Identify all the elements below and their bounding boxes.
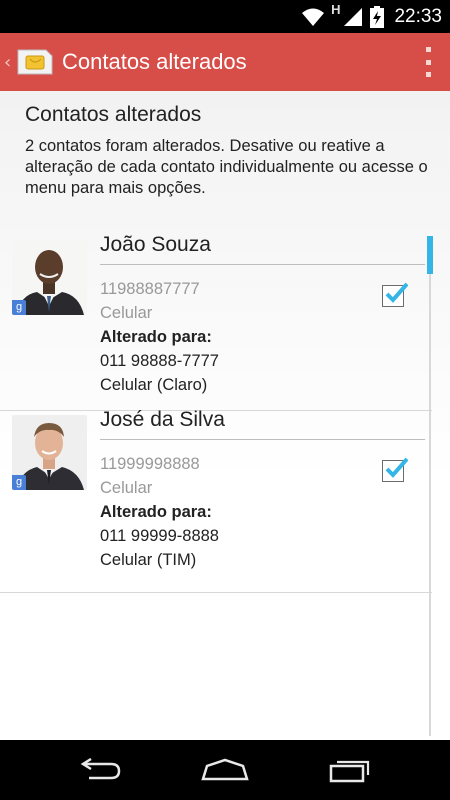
wifi-icon xyxy=(302,8,325,26)
recent-apps-icon[interactable] xyxy=(320,754,380,786)
page-description: 2 contatos foram alterados. Desative ou … xyxy=(25,137,428,197)
avatar: g xyxy=(12,240,87,315)
contacts-list: g João Souza 11988887777 Celular Alterad… xyxy=(0,233,432,593)
contact-name: José da Silva xyxy=(100,408,225,431)
changed-to-label: Alterado para: xyxy=(100,503,212,521)
sim-card-app-icon[interactable] xyxy=(14,47,56,77)
new-number: 011 99999-8888 xyxy=(100,527,219,545)
change-enabled-checkbox[interactable] xyxy=(382,282,408,307)
new-number-type: Celular (Claro) xyxy=(100,376,208,394)
contact-name: João Souza xyxy=(100,233,211,256)
signal-icon xyxy=(344,7,363,26)
name-divider xyxy=(100,264,425,265)
change-enabled-checkbox[interactable] xyxy=(382,457,408,482)
status-bar: H 22:33 xyxy=(0,0,450,33)
google-account-icon: g xyxy=(12,300,26,315)
back-icon[interactable] xyxy=(70,754,130,786)
checkmark-icon xyxy=(385,282,408,303)
scrollbar-thumb[interactable] xyxy=(427,236,433,274)
old-number: 11988887777 xyxy=(100,280,200,298)
page-title: Contatos alterados xyxy=(25,103,202,126)
action-bar-title: Contatos alterados xyxy=(62,49,247,74)
network-type-label: H xyxy=(331,2,341,17)
up-chevron-icon[interactable]: ‹ xyxy=(4,52,14,73)
scrollbar-track xyxy=(429,236,431,736)
navigation-bar xyxy=(0,740,450,800)
home-icon[interactable] xyxy=(195,754,255,786)
name-divider xyxy=(100,439,425,440)
checkmark-icon xyxy=(385,457,408,478)
list-item[interactable]: g João Souza 11988887777 Celular Alterad… xyxy=(0,233,432,411)
new-number: 011 98888-7777 xyxy=(100,352,219,370)
avatar: g xyxy=(12,415,87,490)
google-account-icon: g xyxy=(12,475,26,490)
battery-charging-icon xyxy=(370,5,385,28)
changed-to-label: Alterado para: xyxy=(100,328,212,346)
new-number-type: Celular (TIM) xyxy=(100,551,197,569)
old-number: 11999998888 xyxy=(100,455,200,473)
old-number-type: Celular xyxy=(100,304,153,322)
overflow-menu-icon[interactable] xyxy=(424,47,432,77)
list-item[interactable]: g José da Silva 11999998888 Celular Alte… xyxy=(0,408,432,593)
status-time: 22:33 xyxy=(394,5,442,27)
action-bar: ‹ Contatos alterados xyxy=(0,33,450,91)
status-icons: H 22:33 xyxy=(301,0,442,33)
content-area: Contatos alterados 2 contatos foram alte… xyxy=(0,91,450,740)
old-number-type: Celular xyxy=(100,479,153,497)
